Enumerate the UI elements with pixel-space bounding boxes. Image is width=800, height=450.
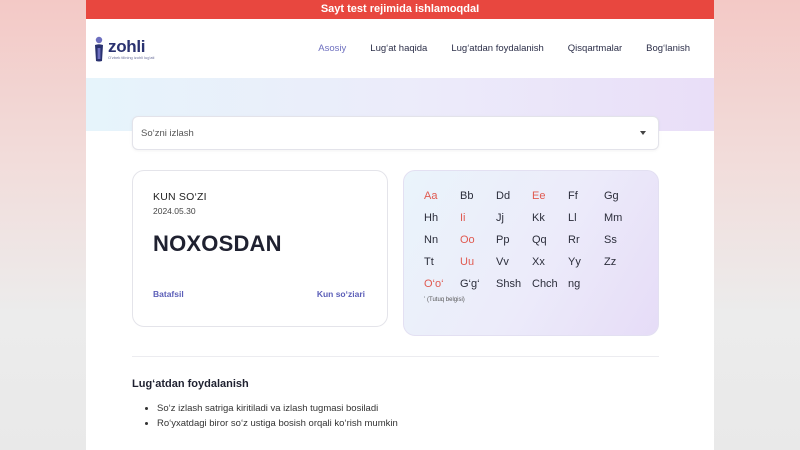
logo-tagline: O'zbek tilining izohli lug'ati: [108, 54, 155, 60]
usage-title: Lug‘atdan foydalanish: [132, 378, 249, 390]
apostrophe-note: ʼ (Tutuq belgisi): [424, 297, 465, 303]
alphabet-letter[interactable]: Dd: [496, 189, 532, 203]
alphabet-letter[interactable]: Vv: [496, 255, 532, 269]
chevron-down-icon[interactable]: [640, 131, 646, 135]
section-divider: [132, 356, 659, 357]
alphabet-card: Aa Bb Dd Ee Ff Gg Hh Ii Jj Kk Ll Mm Nn Oo Pp Qq Rr Ss Tt Uu…: [403, 170, 659, 336]
alphabet-letter[interactable]: Xx: [532, 255, 568, 269]
alphabet-letter[interactable]: Rr: [568, 233, 604, 247]
alphabet-letter[interactable]: Shsh: [496, 277, 532, 291]
word-of-day-heading: KUN SO‘ZI: [153, 191, 207, 203]
logo-icon: [95, 36, 103, 61]
alphabet-letter[interactable]: Ee: [532, 189, 568, 203]
alphabet-letter[interactable]: Ii: [460, 211, 496, 225]
usage-item: So‘z izlash satriga kiritiladi va izlash…: [157, 401, 659, 416]
alphabet-letter[interactable]: Gg: [604, 189, 640, 203]
nav-item-contact[interactable]: Bog‘lanish: [646, 43, 690, 54]
alphabet-letter[interactable]: Nn: [424, 233, 460, 247]
alphabet-letter[interactable]: Ss: [604, 233, 640, 247]
nav-item-usage[interactable]: Lug‘atdan foydalanish: [451, 43, 543, 54]
usage-section: Lug‘atdan foydalanish So‘z izlash satrig…: [132, 378, 659, 431]
usage-list: So‘z izlash satriga kiritiladi va izlash…: [132, 401, 659, 431]
alphabet-letter[interactable]: Oo: [460, 233, 496, 247]
navbar: zohli O'zbek tilining izohli lug'ati Aso…: [86, 19, 714, 78]
word-of-day-card: KUN SO‘ZI 2024.05.30 NOXOSDAN Batafsil K…: [132, 170, 388, 327]
alphabet-letter[interactable]: Bb: [460, 189, 496, 203]
main-content: KUN SO‘ZI 2024.05.30 NOXOSDAN Batafsil K…: [86, 116, 714, 450]
details-link[interactable]: Batafsil: [153, 289, 184, 299]
search-box[interactable]: [132, 116, 659, 150]
alphabet-letter[interactable]: Uu: [460, 255, 496, 269]
alphabet-letter[interactable]: Pp: [496, 233, 532, 247]
usage-item: Ro‘yxatdagi biror so‘z ustiga bosish orq…: [157, 416, 659, 431]
alphabet-letter[interactable]: G‘g‘: [460, 277, 496, 291]
nav-item-abbreviations[interactable]: Qisqartmalar: [568, 43, 622, 54]
alphabet-letter[interactable]: Hh: [424, 211, 460, 225]
alphabet-letter[interactable]: Kk: [532, 211, 568, 225]
alphabet-letter[interactable]: Yy: [568, 255, 604, 269]
alphabet-letter[interactable]: Ff: [568, 189, 604, 203]
alphabet-letter[interactable]: Ll: [568, 211, 604, 225]
logo[interactable]: zohli O'zbek tilining izohli lug'ati: [92, 36, 154, 62]
logo-name: zohli: [108, 36, 146, 56]
side-background-right: [710, 0, 800, 450]
main-nav: Asosiy Lug‘at haqida Lug‘atdan foydalani…: [318, 43, 690, 54]
word-of-day-date: 2024.05.30: [153, 206, 196, 216]
words-of-day-link[interactable]: Kun so‘ziari: [317, 289, 365, 299]
alphabet-letter[interactable]: Jj: [496, 211, 532, 225]
page: Sayt test rejimida ishlamoqdaI zohli O'z…: [86, 0, 714, 450]
alphabet-letter[interactable]: Chch: [532, 277, 568, 291]
alphabet-letter[interactable]: Aa: [424, 189, 460, 203]
alphabet-letter[interactable]: O‘o‘: [424, 277, 460, 291]
alphabet-letter[interactable]: Mm: [604, 211, 640, 225]
search-input[interactable]: [141, 127, 621, 139]
test-mode-banner: Sayt test rejimida ishlamoqdaI: [86, 0, 714, 19]
alphabet-letter[interactable]: Tt: [424, 255, 460, 269]
alphabet-grid: Aa Bb Dd Ee Ff Gg Hh Ii Jj Kk Ll Mm Nn Oo Pp Qq Rr Ss Tt Uu…: [424, 189, 646, 291]
alphabet-letter[interactable]: ng: [568, 277, 604, 291]
alphabet-letter[interactable]: Qq: [532, 233, 568, 247]
side-background-left: [0, 0, 90, 450]
word-of-day-word: NOXOSDAN: [153, 231, 282, 256]
alphabet-letter[interactable]: Zz: [604, 255, 640, 269]
nav-item-about[interactable]: Lug‘at haqida: [370, 43, 427, 54]
nav-item-home[interactable]: Asosiy: [318, 43, 346, 54]
